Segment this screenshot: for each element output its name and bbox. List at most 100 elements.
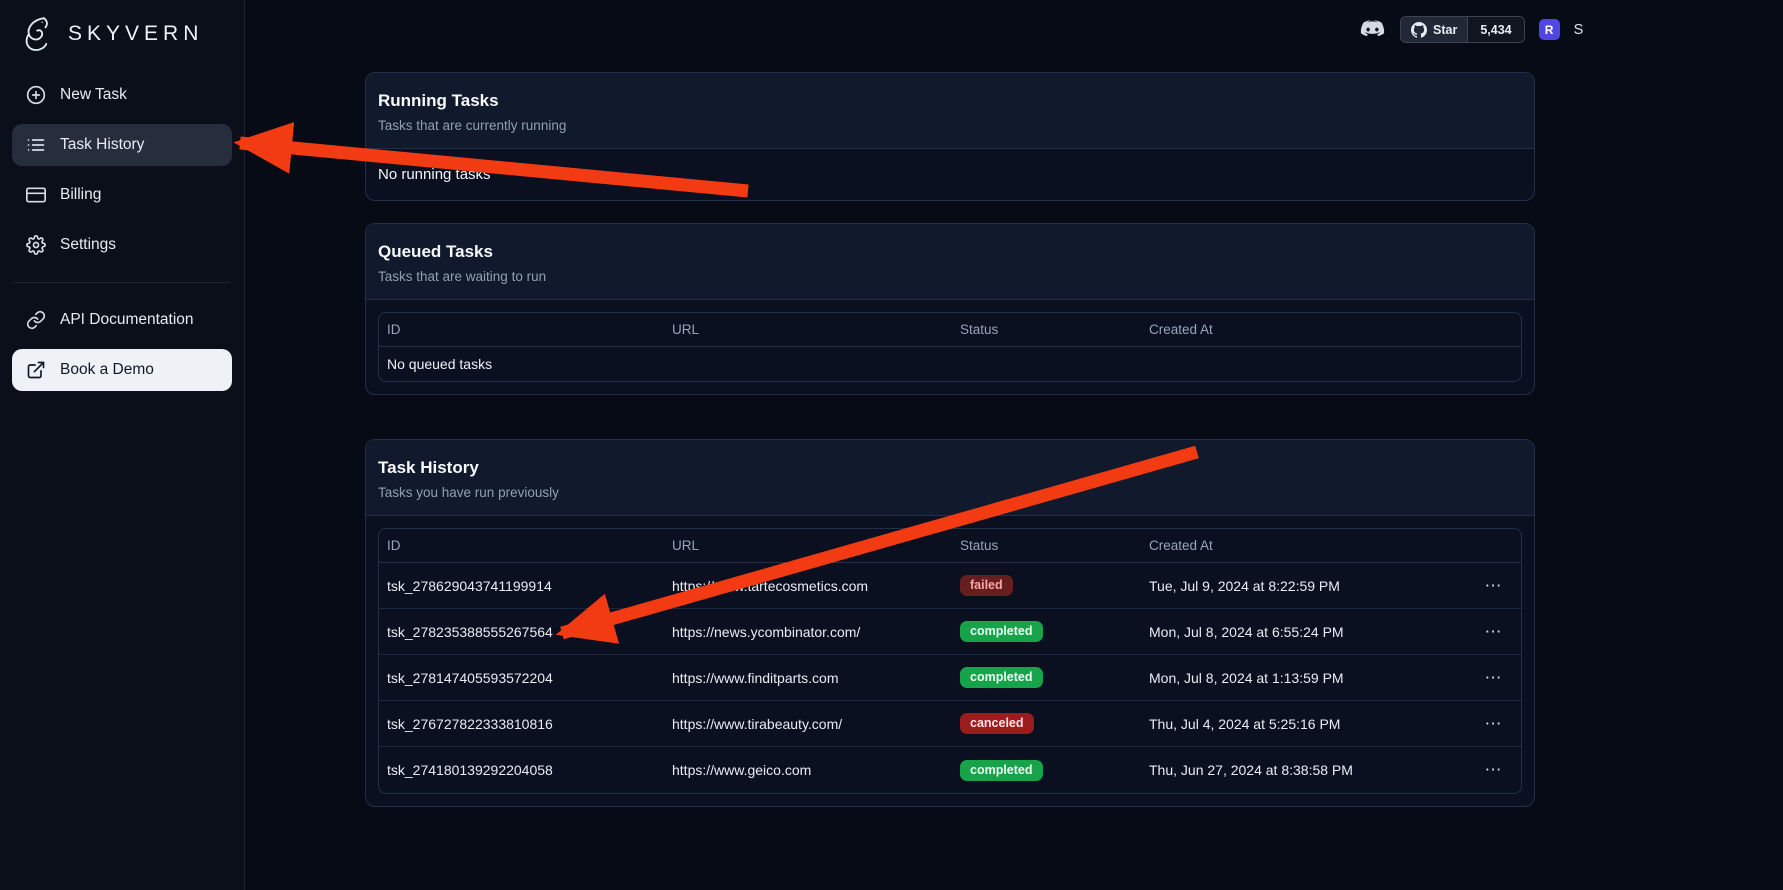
row-actions-menu-icon[interactable]: ⋯ xyxy=(1465,760,1521,780)
plus-circle-icon xyxy=(26,85,46,105)
history-table-body: tsk_278629043741199914https://www.tartec… xyxy=(379,563,1521,793)
table-row[interactable]: tsk_276727822333810816https://www.tirabe… xyxy=(379,701,1521,747)
task-id-cell: tsk_278629043741199914 xyxy=(379,578,664,594)
task-id-cell: tsk_274180139292204058 xyxy=(379,762,664,778)
running-tasks-card: Running Tasks Tasks that are currently r… xyxy=(365,72,1535,201)
task-url-cell: https://www.tartecosmetics.com xyxy=(664,578,952,594)
task-created-at-cell: Mon, Jul 8, 2024 at 1:13:59 PM xyxy=(1141,670,1465,686)
skyvern-logo-icon xyxy=(18,12,58,56)
table-row[interactable]: tsk_278147405593572204https://www.findit… xyxy=(379,655,1521,701)
column-header-id: ID xyxy=(379,322,664,337)
sidebar-item-label: New Task xyxy=(60,86,127,104)
table-row[interactable]: tsk_278629043741199914https://www.tartec… xyxy=(379,563,1521,609)
link-icon xyxy=(26,310,46,330)
task-url-cell: https://www.geico.com xyxy=(664,762,952,778)
status-badge: completed xyxy=(960,621,1043,642)
column-header-created-at: Created At xyxy=(1141,322,1465,337)
row-actions-menu-icon[interactable]: ⋯ xyxy=(1465,714,1521,734)
table-row[interactable]: tsk_274180139292204058https://www.geico.… xyxy=(379,747,1521,793)
row-actions-menu-icon[interactable]: ⋯ xyxy=(1465,576,1521,596)
table-header-row: ID URL Status Created At xyxy=(379,313,1521,347)
app-root: { "brand": { "name": "SKYVERN" }, "sideb… xyxy=(0,0,1783,890)
sidebar-item-label: Billing xyxy=(60,186,101,204)
sidebar-item-label: Task History xyxy=(60,136,144,154)
status-badge: failed xyxy=(960,575,1013,596)
book-a-demo-button[interactable]: Book a Demo xyxy=(12,349,232,391)
user-avatar[interactable]: R xyxy=(1539,19,1560,40)
queued-tasks-card: Queued Tasks Tasks that are waiting to r… xyxy=(365,223,1535,395)
list-icon xyxy=(26,135,46,155)
table-header-row: ID URL Status Created At xyxy=(379,529,1521,563)
skyvern-logo[interactable]: SKYVERN xyxy=(0,0,244,66)
gear-icon xyxy=(26,235,46,255)
card-subtitle: Tasks that are currently running xyxy=(378,118,1522,133)
queued-tasks-body: ID URL Status Created At No queued tasks xyxy=(366,300,1534,394)
column-header-status: Status xyxy=(952,538,1141,553)
card-title: Queued Tasks xyxy=(378,242,1522,262)
sidebar-item-label: API Documentation xyxy=(60,311,194,329)
task-history-card: Task History Tasks you have run previous… xyxy=(365,439,1535,807)
queued-tasks-table: ID URL Status Created At No queued tasks xyxy=(378,312,1522,382)
queued-tasks-header: Queued Tasks Tasks that are waiting to r… xyxy=(366,224,1534,300)
status-badge: canceled xyxy=(960,713,1034,734)
column-header-status: Status xyxy=(952,322,1141,337)
task-status-cell: completed xyxy=(952,667,1141,688)
task-status-cell: failed xyxy=(952,575,1141,596)
table-row[interactable]: tsk_278235388555267564https://news.ycomb… xyxy=(379,609,1521,655)
github-star-count[interactable]: 5,434 xyxy=(1467,17,1523,42)
sidebar-item-task-history[interactable]: Task History xyxy=(12,124,232,166)
task-status-cell: completed xyxy=(952,621,1141,642)
task-created-at-cell: Mon, Jul 8, 2024 at 6:55:24 PM xyxy=(1141,624,1465,640)
main-content: Running Tasks Tasks that are currently r… xyxy=(365,72,1535,807)
task-status-cell: canceled xyxy=(952,713,1141,734)
sidebar-item-new-task[interactable]: New Task xyxy=(12,74,232,116)
column-header-id: ID xyxy=(379,538,664,553)
github-star-button[interactable]: Star 5,434 xyxy=(1400,16,1525,43)
task-history-table: ID URL Status Created At tsk_27862904374… xyxy=(378,528,1522,794)
brand-name: SKYVERN xyxy=(68,22,203,46)
task-status-cell: completed xyxy=(952,760,1141,781)
discord-link[interactable] xyxy=(1358,19,1386,41)
running-tasks-empty: No running tasks xyxy=(378,165,1522,184)
card-subtitle: Tasks that are waiting to run xyxy=(378,269,1522,284)
task-history-body: ID URL Status Created At tsk_27862904374… xyxy=(366,516,1534,806)
task-url-cell: https://www.finditparts.com xyxy=(664,670,952,686)
card-title: Task History xyxy=(378,458,1522,478)
github-star-label: Star xyxy=(1433,23,1457,37)
task-url-cell: https://news.ycombinator.com/ xyxy=(664,624,952,640)
task-id-cell: tsk_278147405593572204 xyxy=(379,670,664,686)
column-header-url: URL xyxy=(664,322,952,337)
sidebar-divider xyxy=(14,282,230,283)
card-title: Running Tasks xyxy=(378,91,1522,111)
status-badge: completed xyxy=(960,667,1043,688)
column-header-created-at: Created At xyxy=(1141,538,1465,553)
user-name-partial: S xyxy=(1574,22,1584,38)
running-tasks-body: No running tasks xyxy=(366,149,1534,200)
sidebar-item-billing[interactable]: Billing xyxy=(12,174,232,216)
task-id-cell: tsk_276727822333810816 xyxy=(379,716,664,732)
discord-icon xyxy=(1359,20,1386,40)
column-header-url: URL xyxy=(664,538,952,553)
task-created-at-cell: Tue, Jul 9, 2024 at 8:22:59 PM xyxy=(1141,578,1465,594)
github-star-segment[interactable]: Star xyxy=(1401,17,1467,42)
task-id-cell: tsk_278235388555267564 xyxy=(379,624,664,640)
task-url-cell: https://www.tirabeauty.com/ xyxy=(664,716,952,732)
external-link-icon xyxy=(26,360,46,380)
sidebar-nav: New Task Task History Billing Settings xyxy=(0,66,244,391)
task-history-header: Task History Tasks you have run previous… xyxy=(366,440,1534,516)
row-actions-menu-icon[interactable]: ⋯ xyxy=(1465,668,1521,688)
sidebar-item-api-documentation[interactable]: API Documentation xyxy=(12,299,232,341)
sidebar-item-label: Book a Demo xyxy=(60,361,154,379)
row-actions-menu-icon[interactable]: ⋯ xyxy=(1465,622,1521,642)
credit-card-icon xyxy=(26,185,46,205)
card-subtitle: Tasks you have run previously xyxy=(378,485,1522,500)
queued-tasks-empty: No queued tasks xyxy=(379,347,1521,381)
sidebar-item-label: Settings xyxy=(60,236,116,254)
topbar-right: Star 5,434 R S xyxy=(1358,16,1583,43)
running-tasks-header: Running Tasks Tasks that are currently r… xyxy=(366,73,1534,149)
task-created-at-cell: Thu, Jul 4, 2024 at 5:25:16 PM xyxy=(1141,716,1465,732)
task-created-at-cell: Thu, Jun 27, 2024 at 8:38:58 PM xyxy=(1141,762,1465,778)
sidebar: SKYVERN New Task Task History Billing xyxy=(0,0,245,890)
sidebar-item-settings[interactable]: Settings xyxy=(12,224,232,266)
status-badge: completed xyxy=(960,760,1043,781)
